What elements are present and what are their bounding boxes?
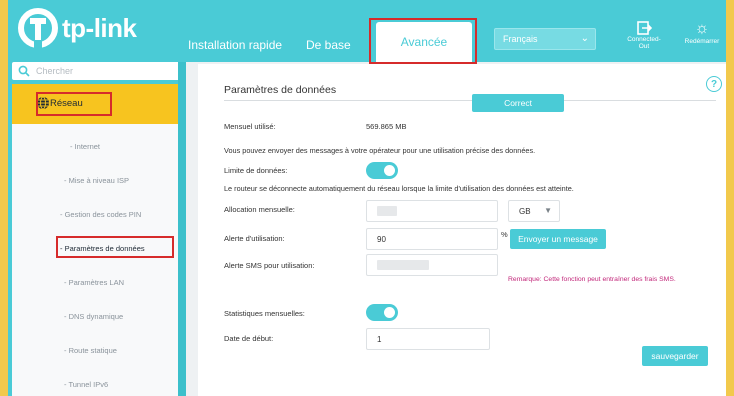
unit-value: GB bbox=[519, 206, 531, 216]
sidebar-scrollbar[interactable] bbox=[178, 62, 186, 396]
monthly-allocation-label: Allocation mensuelle: bbox=[224, 205, 295, 214]
tab-installation-rapide[interactable]: Installation rapide bbox=[188, 38, 282, 52]
sidebar-item-lan-settings[interactable]: - Paramètres LAN bbox=[64, 278, 124, 287]
language-select[interactable]: Français ⌄ bbox=[494, 28, 596, 50]
sms-alert-label: Alerte SMS pour utilisation: bbox=[224, 261, 315, 270]
search-input[interactable]: Chercher bbox=[12, 62, 182, 80]
sidebar-menu: Réseau - Internet - Mise à niveau ISP - … bbox=[12, 84, 182, 396]
usage-alert-value: 90 bbox=[377, 234, 386, 244]
top-navigation-bar: tp-link Installation rapide De base Avan… bbox=[8, 0, 726, 64]
chevron-down-icon: ⌄ bbox=[580, 33, 589, 44]
restart-label: Redémarrer bbox=[684, 38, 720, 45]
sidebar: Chercher Réseau - Internet - Mise à nive… bbox=[8, 62, 186, 396]
help-icon[interactable]: ? bbox=[706, 76, 722, 92]
router-admin-window: tp-link Installation rapide De base Avan… bbox=[8, 0, 726, 396]
tab-de-base[interactable]: De base bbox=[306, 38, 351, 52]
masked-value bbox=[377, 206, 397, 216]
monthly-used-label: Mensuel utilisé: bbox=[224, 122, 276, 131]
percent-sign: % bbox=[501, 230, 508, 239]
sidebar-item-dynamic-dns[interactable]: - DNS dynamique bbox=[64, 312, 123, 321]
annotation-highlight-reseau bbox=[36, 92, 112, 116]
page-title: Paramètres de données bbox=[224, 84, 337, 96]
sidebar-item-internet[interactable]: - Internet bbox=[70, 142, 100, 151]
chevron-down-icon: ▼ bbox=[544, 206, 552, 215]
title-divider bbox=[224, 100, 716, 101]
brand-name: tp-link bbox=[62, 12, 137, 43]
data-limit-label: Limite de données: bbox=[224, 166, 288, 175]
monthly-used-value: 569.865 MB bbox=[366, 122, 407, 131]
operator-info-text: Vous pouvez envoyer des messages à votre… bbox=[224, 146, 536, 155]
sidebar-item-isp-upgrade[interactable]: - Mise à niveau ISP bbox=[64, 176, 129, 185]
send-message-button[interactable]: Envoyer un message bbox=[510, 229, 606, 249]
sidebar-item-pin-management[interactable]: - Gestion des codes PIN bbox=[60, 210, 141, 219]
usage-alert-input[interactable]: 90 bbox=[366, 228, 498, 250]
monthly-allocation-input[interactable] bbox=[366, 200, 498, 222]
data-settings-panel: Paramètres de données ? Correct Mensuel … bbox=[198, 64, 726, 396]
disconnect-info-text: Le routeur se déconnecte automatiquement… bbox=[224, 184, 574, 193]
connected-out-label: Connected-Out bbox=[627, 36, 661, 50]
monthly-stats-toggle[interactable] bbox=[366, 304, 398, 321]
tp-link-logo-icon bbox=[18, 8, 58, 48]
start-date-input[interactable]: 1 bbox=[366, 328, 490, 350]
sidebar-item-static-route[interactable]: - Route statique bbox=[64, 346, 117, 355]
logout-icon bbox=[637, 21, 652, 35]
start-date-value: 1 bbox=[377, 334, 382, 344]
data-limit-toggle[interactable] bbox=[366, 162, 398, 179]
language-value: Français bbox=[503, 34, 538, 44]
start-date-label: Date de début: bbox=[224, 334, 274, 343]
connected-out-button[interactable]: Connected-Out bbox=[624, 20, 664, 50]
monthly-stats-label: Statistiques mensuelles: bbox=[224, 309, 305, 318]
annotation-highlight-data-settings bbox=[56, 236, 174, 258]
save-button[interactable]: sauvegarder bbox=[642, 346, 708, 366]
restart-icon: ☼ bbox=[694, 20, 710, 37]
usage-alert-label: Alerte d'utilisation: bbox=[224, 234, 285, 243]
search-icon bbox=[18, 65, 30, 77]
status-badge: Correct bbox=[472, 94, 564, 112]
unit-select[interactable]: GB ▼ bbox=[508, 200, 560, 222]
masked-value bbox=[377, 260, 429, 270]
sms-alert-input[interactable] bbox=[366, 254, 498, 276]
annotation-highlight-tab bbox=[369, 18, 477, 64]
sidebar-item-ipv6-tunnel[interactable]: - Tunnel IPv6 bbox=[64, 380, 108, 389]
restart-button[interactable]: ☼ Redémarrer bbox=[682, 20, 722, 45]
search-placeholder: Chercher bbox=[36, 66, 74, 76]
sms-fee-remark: Remarque: Cette fonction peut entraîner … bbox=[508, 276, 676, 283]
tp-link-logo[interactable]: tp-link bbox=[18, 8, 137, 48]
